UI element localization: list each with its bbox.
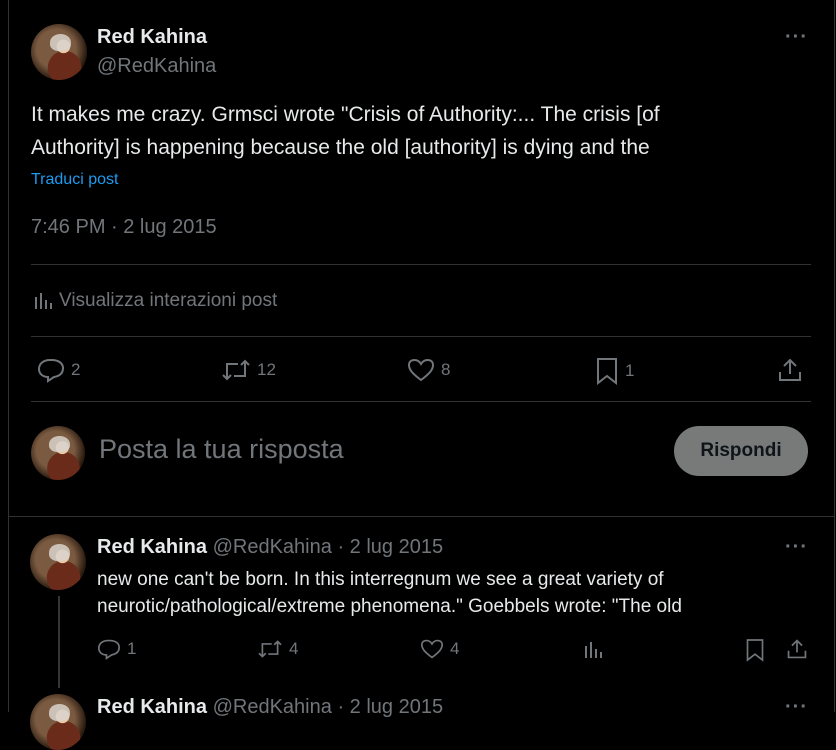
reply-input[interactable]: Posta la tua risposta [99,434,344,465]
analytics-button[interactable] [583,640,603,660]
author-handle[interactable]: @RedKahina [213,536,332,558]
post-text-line-1: It makes me crazy. Grmsci wrote "Crisis … [31,103,660,126]
author-handle[interactable]: @RedKahina [213,696,332,718]
translate-link[interactable]: Traduci post [31,171,118,189]
more-icon[interactable]: ··· [785,26,808,49]
post-timestamp[interactable]: 7:46 PM · 2 lug 2015 [31,216,217,239]
divider [31,264,811,265]
share-icon [786,638,808,660]
reply-button[interactable]: 1 [97,638,136,660]
post-text-line-2: Authority] is happening because the old … [31,136,650,159]
bookmark-button[interactable] [745,638,765,662]
repost-count: 12 [257,360,276,379]
reply-header: Red Kahina @RedKahina · 2 lug 2015 [97,696,443,719]
share-icon [777,357,803,383]
author-name[interactable]: Red Kahina [97,26,207,49]
author-name[interactable]: Red Kahina [97,696,207,718]
reply-count: 2 [71,360,81,379]
reply-text-line-2: neurotic/pathological/extreme phenomena.… [97,596,682,617]
analytics-icon [583,640,603,660]
share-button[interactable] [786,638,808,660]
author-name[interactable]: Red Kahina [97,536,207,558]
analytics-label: Visualizza interazioni post [59,290,278,311]
analytics-icon [33,291,53,311]
repost-icon [257,638,283,660]
divider [31,336,811,337]
like-count: 8 [441,360,451,379]
avatar[interactable] [30,534,86,590]
like-button[interactable]: 8 [407,357,450,383]
reply-date[interactable]: · 2 lug 2015 [337,696,443,718]
reply-count: 1 [127,639,137,658]
bookmark-icon [745,638,765,662]
bookmark-count: 1 [625,361,635,380]
section-divider [8,516,834,517]
avatar[interactable] [31,24,87,80]
more-icon[interactable]: ··· [785,696,808,719]
repost-button[interactable]: 4 [257,638,298,660]
bookmark-button[interactable]: 1 [595,357,634,385]
reply-icon [37,357,65,383]
like-button[interactable]: 4 [420,638,459,660]
thread-line [58,596,60,688]
analytics-link[interactable]: Visualizza interazioni post [33,290,277,312]
author-handle[interactable]: @RedKahina [97,55,216,78]
avatar [31,426,85,480]
share-button[interactable] [777,357,803,383]
divider [31,401,811,402]
reply-date[interactable]: · 2 lug 2015 [337,536,443,558]
reply-icon [97,638,121,660]
more-icon[interactable]: ··· [785,536,808,559]
repost-count: 4 [289,639,299,658]
reply-text-line-1: new one can't be born. In this interregn… [97,569,664,590]
reply-submit-button[interactable]: Rispondi [674,426,808,476]
like-icon [407,357,435,383]
reply-header: Red Kahina @RedKahina · 2 lug 2015 [97,536,443,559]
reply-button[interactable]: 2 [37,357,80,383]
bookmark-icon [595,357,619,385]
repost-icon [221,357,251,383]
repost-button[interactable]: 12 [221,357,276,383]
like-count: 4 [450,639,460,658]
like-icon [420,638,444,660]
avatar[interactable] [30,694,86,750]
